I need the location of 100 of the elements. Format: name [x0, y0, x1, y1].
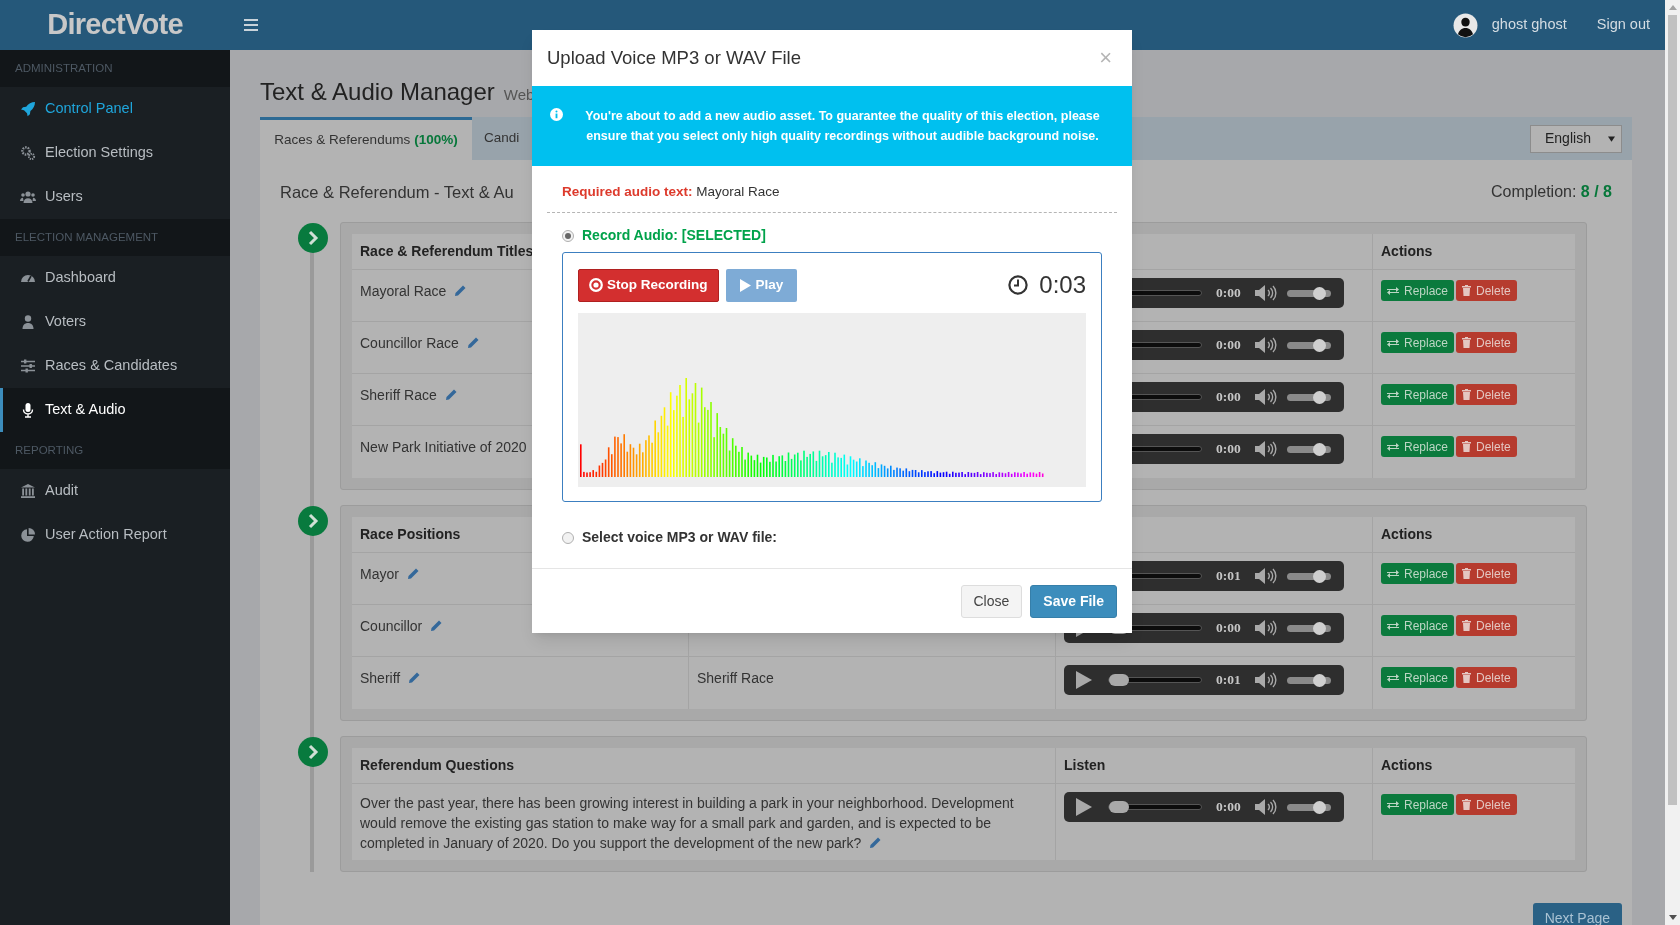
sidebar-item[interactable]: Election Settings — [0, 131, 230, 175]
volume-slider[interactable] — [1286, 803, 1331, 811]
radio-label[interactable]: Select voice MP3 or WAV file: — [582, 527, 778, 549]
logo[interactable]: DirectVote — [47, 3, 183, 47]
info-icon — [550, 108, 563, 121]
volume-slider[interactable] — [1286, 393, 1331, 401]
pencil-icon[interactable] — [408, 672, 421, 684]
speaker-icon[interactable] — [1254, 441, 1277, 457]
time-label: 0:00 — [1216, 797, 1241, 816]
speaker-icon[interactable] — [1254, 672, 1277, 688]
user-icon — [20, 314, 36, 330]
next-page-button[interactable]: Next Page — [1532, 903, 1622, 925]
volume-thumb[interactable] — [1313, 673, 1327, 687]
delete-button[interactable]: Delete — [1456, 332, 1517, 353]
delete-button[interactable]: Delete — [1456, 667, 1517, 688]
column-header: Race & Referendum Titles — [360, 242, 534, 261]
replace-button[interactable]: Replace — [1381, 436, 1455, 457]
speaker-icon[interactable] — [1254, 389, 1277, 405]
replace-button[interactable]: Replace — [1381, 794, 1455, 815]
sidebar-item[interactable]: Dashboard — [0, 256, 230, 300]
delete-button[interactable]: Delete — [1456, 794, 1517, 815]
pencil-icon[interactable] — [444, 389, 457, 401]
volume-slider[interactable] — [1286, 572, 1331, 580]
replace-button[interactable]: Replace — [1381, 667, 1455, 688]
scroll-down-arrow-icon[interactable] — [1668, 915, 1677, 920]
scrollbar-thumb[interactable] — [1668, 15, 1677, 805]
speaker-icon[interactable] — [1254, 568, 1277, 584]
volume-slider[interactable] — [1286, 624, 1331, 632]
title-text: Councillor — [360, 618, 443, 634]
pencil-icon[interactable] — [430, 620, 443, 632]
volume-slider[interactable] — [1286, 676, 1331, 684]
volume-thumb[interactable] — [1313, 442, 1327, 456]
speaker-icon[interactable] — [1254, 337, 1277, 353]
pencil-icon[interactable] — [869, 837, 882, 849]
volume-slider[interactable] — [1286, 289, 1331, 297]
replace-button[interactable]: Replace — [1381, 332, 1455, 353]
volume-thumb[interactable] — [1313, 390, 1327, 404]
section-heading: ELECTION MANAGEMENT — [15, 229, 159, 245]
column-header: Actions — [1381, 242, 1433, 261]
stop-recording-button[interactable]: Stop Recording — [578, 268, 719, 302]
pencil-icon[interactable] — [454, 285, 467, 297]
speaker-icon[interactable] — [1254, 620, 1277, 636]
trash-icon — [1462, 568, 1472, 579]
menu-icon[interactable] — [244, 19, 258, 31]
sign-out-link[interactable]: Sign out — [1596, 14, 1650, 36]
pencil-icon[interactable] — [406, 568, 419, 580]
tab[interactable]: Candi — [472, 117, 520, 160]
sidebar-item[interactable]: Voters — [0, 300, 230, 344]
sidebar-item[interactable]: User Action Report — [0, 513, 230, 557]
sidebar-item[interactable]: Control Panel — [0, 87, 230, 131]
radio-label[interactable]: Record Audio: [SELECTED] — [582, 225, 766, 247]
delete-button[interactable]: Delete — [1456, 615, 1517, 636]
scrollbar[interactable] — [1665, 0, 1680, 925]
save-file-button[interactable]: Save File — [1030, 584, 1117, 618]
volume-slider[interactable] — [1286, 341, 1331, 349]
speaker-icon[interactable] — [1254, 799, 1277, 815]
audio-player[interactable]: 0:00 — [1064, 792, 1344, 822]
step-marker-icon — [298, 506, 328, 536]
play-icon[interactable] — [1076, 671, 1092, 689]
page-title: Text & Audio Manager — [260, 77, 495, 107]
replace-button[interactable]: Replace — [1381, 384, 1455, 405]
sidebar-item[interactable]: Text & Audio — [0, 388, 230, 432]
delete-button[interactable]: Delete — [1456, 563, 1517, 584]
caret-icon — [1608, 135, 1615, 142]
volume-thumb[interactable] — [1313, 338, 1327, 352]
volume-thumb[interactable] — [1313, 569, 1327, 583]
speaker-icon[interactable] — [1254, 285, 1277, 301]
replace-button[interactable]: Replace — [1381, 615, 1455, 636]
delete-button[interactable]: Delete — [1456, 384, 1517, 405]
volume-thumb[interactable] — [1313, 800, 1327, 814]
replace-button[interactable]: Replace — [1381, 563, 1455, 584]
radio-button[interactable] — [562, 531, 574, 544]
sidebar-item[interactable]: Races & Candidates — [0, 344, 230, 388]
progress-thumb[interactable] — [1109, 801, 1129, 813]
audio-player[interactable]: 0:01 — [1064, 665, 1344, 695]
trash-icon — [1462, 337, 1472, 348]
delete-button[interactable]: Delete — [1456, 280, 1517, 301]
delete-button[interactable]: Delete — [1456, 436, 1517, 457]
sliders-icon — [20, 358, 36, 374]
time-label: 0:00 — [1216, 618, 1241, 637]
progress-track[interactable] — [1108, 804, 1202, 810]
play-icon[interactable] — [1076, 798, 1092, 816]
progress-thumb[interactable] — [1109, 674, 1129, 686]
title-text: Sheriff Race — [360, 387, 457, 403]
volume-thumb[interactable] — [1313, 621, 1327, 635]
volume-slider[interactable] — [1286, 445, 1331, 453]
progress-track[interactable] — [1108, 677, 1202, 683]
swap-arrows-icon — [1387, 389, 1399, 400]
language-select[interactable]: English — [1530, 124, 1622, 153]
volume-thumb[interactable] — [1313, 286, 1327, 300]
tab[interactable]: Races & Referendums (100%) — [260, 117, 472, 160]
sidebar-item[interactable]: Audit — [0, 469, 230, 513]
step-marker-icon — [298, 223, 328, 253]
close-button[interactable]: Close — [960, 584, 1023, 618]
pencil-icon[interactable] — [466, 337, 479, 349]
replace-button[interactable]: Replace — [1381, 280, 1455, 301]
radio-button[interactable] — [562, 229, 574, 242]
swap-arrows-icon — [1387, 441, 1399, 452]
sidebar-item[interactable]: Users — [0, 175, 230, 219]
user-name-link[interactable]: ghost ghost — [1491, 14, 1567, 36]
